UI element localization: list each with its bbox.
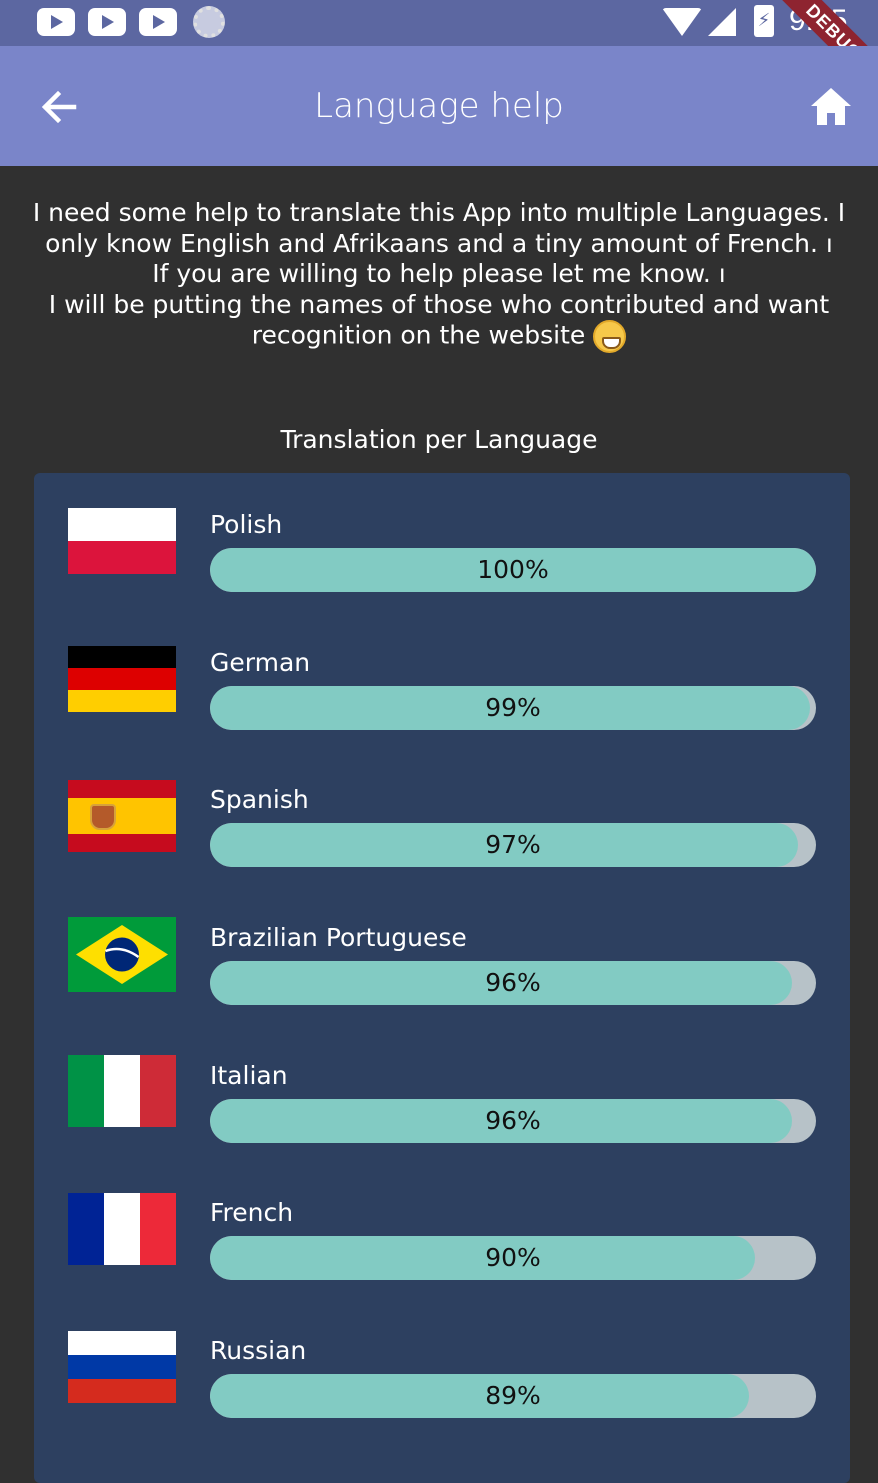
progress-bar: 97%: [210, 823, 816, 867]
language-name: Brazilian Portuguese: [210, 923, 467, 952]
youtube-notification-icon: [139, 8, 177, 36]
language-row-polish: Polish 100%: [34, 508, 850, 618]
cell-signal-icon: [708, 8, 736, 36]
sync-icon: [193, 6, 225, 38]
progress-percent: 97%: [485, 830, 541, 859]
language-name: Russian: [210, 1336, 307, 1365]
language-name: Italian: [210, 1061, 288, 1090]
intro-line-1: I need some help to translate this App i…: [32, 198, 846, 258]
progress-percent: 100%: [477, 555, 549, 584]
progress-bar: 90%: [210, 1236, 816, 1280]
intro-line-3: I will be putting the names of those who…: [48, 289, 830, 350]
language-row-italian: Italian 96%: [34, 1055, 850, 1169]
progress-percent: 90%: [485, 1243, 541, 1272]
progress-percent: 96%: [485, 1106, 541, 1135]
poland-flag-icon: [68, 508, 176, 574]
brazil-flag-icon: [68, 917, 176, 992]
progress-percent: 99%: [485, 693, 541, 722]
battery-charging-icon: ⚡: [754, 5, 774, 37]
youtube-notification-icon: [37, 8, 75, 36]
home-button[interactable]: [806, 82, 856, 132]
page-title: Language help: [314, 86, 564, 126]
arrow-back-icon: [41, 90, 77, 124]
progress-bar: 100%: [210, 548, 816, 592]
progress-bar: 89%: [210, 1374, 816, 1418]
progress-percent: 89%: [485, 1381, 541, 1410]
language-name: French: [210, 1198, 294, 1227]
spain-flag-icon: [68, 780, 176, 852]
wifi-icon: [662, 8, 702, 36]
france-flag-icon: [68, 1193, 176, 1265]
status-bar: ⚡ 9:45: [0, 0, 878, 46]
intro-line-2: If you are willing to help please let me…: [152, 259, 726, 288]
language-row-brazilian-portuguese: Brazilian Portuguese 96%: [34, 917, 850, 1031]
progress-bar: 96%: [210, 1099, 816, 1143]
language-name: Spanish: [210, 785, 309, 814]
progress-bar: 96%: [210, 961, 816, 1005]
language-name: German: [210, 648, 311, 677]
section-title: Translation per Language: [280, 425, 598, 454]
intro-message: I need some help to translate this App i…: [30, 198, 848, 353]
language-row-german: German 99%: [34, 646, 850, 756]
translation-card: Polish 100% German 99% Spanish 97% Brazi…: [34, 473, 850, 1483]
back-button[interactable]: [34, 82, 84, 132]
italy-flag-icon: [68, 1055, 176, 1127]
language-row-spanish: Spanish 97%: [34, 780, 850, 893]
youtube-notification-icon: [88, 8, 126, 36]
language-name: Polish: [210, 510, 283, 539]
grinning-face-emoji-icon: [593, 320, 627, 353]
language-row-french: French 90%: [34, 1193, 850, 1306]
app-bar: Language help: [0, 46, 878, 166]
language-row-russian: Russian 89%: [34, 1331, 850, 1444]
progress-bar: 99%: [210, 686, 816, 730]
russia-flag-icon: [68, 1331, 176, 1403]
home-icon: [811, 88, 851, 125]
progress-percent: 96%: [485, 968, 541, 997]
germany-flag-icon: [68, 646, 176, 712]
